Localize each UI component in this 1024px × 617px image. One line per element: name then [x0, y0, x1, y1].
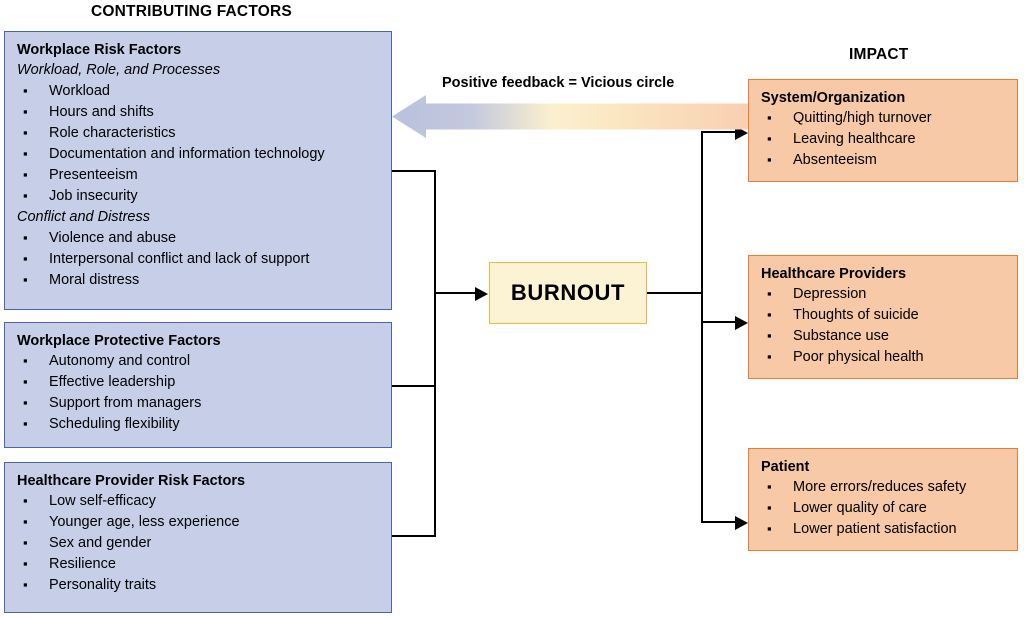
list-item: Thoughts of suicide [761, 304, 1007, 326]
box-patient: Patient More errors/reduces safety Lower… [748, 448, 1018, 551]
list-item: Presenteeism [17, 164, 381, 186]
box-subtitle: Workload, Role, and Processes [17, 62, 221, 78]
box-healthcare-provider-risk-factors: Healthcare Provider Risk Factors Low sel… [4, 462, 392, 613]
list-item: Substance use [761, 325, 1007, 347]
impact-header: IMPACT [849, 46, 909, 63]
burnout-label: BURNOUT [510, 280, 626, 305]
list-item: More errors/reduces safety [761, 476, 1007, 498]
bullet-list: Low self-efficacy Younger age, less expe… [17, 490, 381, 596]
list-item: Sex and gender [17, 532, 381, 554]
arrowhead-healthcare-providers [735, 315, 748, 330]
bullet-list: Depression Thoughts of suicide Substance… [761, 283, 1007, 368]
burnout-node: BURNOUT [489, 262, 647, 324]
list-item: Scheduling flexibility [17, 413, 381, 435]
bullet-list: Quitting/high turnover Leaving healthcar… [761, 107, 1007, 171]
list-item: Lower patient satisfaction [761, 518, 1007, 540]
list-item: Job insecurity [17, 185, 381, 207]
list-item: Workload [17, 80, 381, 102]
connector-stub-provider-risk [392, 535, 436, 538]
connector-left-to-burnout [433, 292, 477, 295]
connector-to-healthcare-providers [700, 321, 738, 324]
list-item: Autonomy and control [17, 350, 381, 372]
connector-stub-workplace-protective [392, 385, 436, 388]
list-item: Younger age, less experience [17, 511, 381, 533]
list-item: Quitting/high turnover [761, 107, 1007, 129]
list-item: Moral distress [17, 269, 381, 291]
contributing-factors-header: CONTRIBUTING FACTORS [91, 3, 292, 20]
box-healthcare-providers: Healthcare Providers Depression Thoughts… [748, 255, 1018, 379]
connector-stub-workplace-risk [392, 170, 436, 173]
list-item: Poor physical health [761, 346, 1007, 368]
box-title: Workplace Protective Factors [17, 333, 221, 349]
connector-to-patient [700, 521, 738, 524]
connector-burnout-to-right-spine [647, 292, 703, 295]
list-item: Lower quality of care [761, 497, 1007, 519]
list-item: Resilience [17, 553, 381, 575]
list-item: Depression [761, 283, 1007, 305]
list-item: Role characteristics [17, 122, 381, 144]
box-title: Patient [761, 459, 810, 475]
box-subtitle: Conflict and Distress [17, 209, 150, 225]
bullet-list: More errors/reduces safety Lower quality… [761, 476, 1007, 540]
bullet-list: Violence and abuse Interpersonal conflic… [17, 227, 381, 291]
list-item: Low self-efficacy [17, 490, 381, 512]
list-item: Documentation and information technology [17, 143, 381, 165]
box-workplace-risk-factors: Workplace Risk Factors Workload, Role, a… [4, 31, 392, 310]
list-item: Hours and shifts [17, 101, 381, 123]
list-item: Absenteeism [761, 149, 1007, 171]
box-title: Healthcare Provider Risk Factors [17, 473, 246, 489]
box-system-organization: System/Organization Quitting/high turnov… [748, 79, 1018, 182]
connector-spine-right [700, 131, 703, 523]
feedback-arrow-svg [392, 95, 748, 138]
connector-spine-left [433, 170, 436, 537]
box-workplace-protective-factors: Workplace Protective Factors Autonomy an… [4, 322, 392, 448]
feedback-arrow-shape [392, 95, 748, 138]
list-item: Support from managers [17, 392, 381, 414]
diagram-canvas: CONTRIBUTING FACTORS IMPACT Workplace Ri… [0, 0, 1024, 617]
bullet-list: Autonomy and control Effective leadershi… [17, 350, 381, 435]
list-item: Leaving healthcare [761, 128, 1007, 150]
bullet-list: Workload Hours and shifts Role character… [17, 80, 381, 207]
list-item: Personality traits [17, 574, 381, 596]
list-item: Effective leadership [17, 371, 381, 393]
box-title: Workplace Risk Factors [17, 42, 182, 58]
list-item: Interpersonal conflict and lack of suppo… [17, 248, 381, 270]
box-title: Healthcare Providers [761, 266, 907, 282]
feedback-loop-arrow [392, 95, 748, 138]
box-title: System/Organization [761, 90, 906, 106]
feedback-label: Positive feedback = Vicious circle [442, 75, 675, 91]
arrowhead-into-burnout [475, 286, 488, 301]
list-item: Violence and abuse [17, 227, 381, 249]
arrowhead-patient [735, 515, 748, 530]
